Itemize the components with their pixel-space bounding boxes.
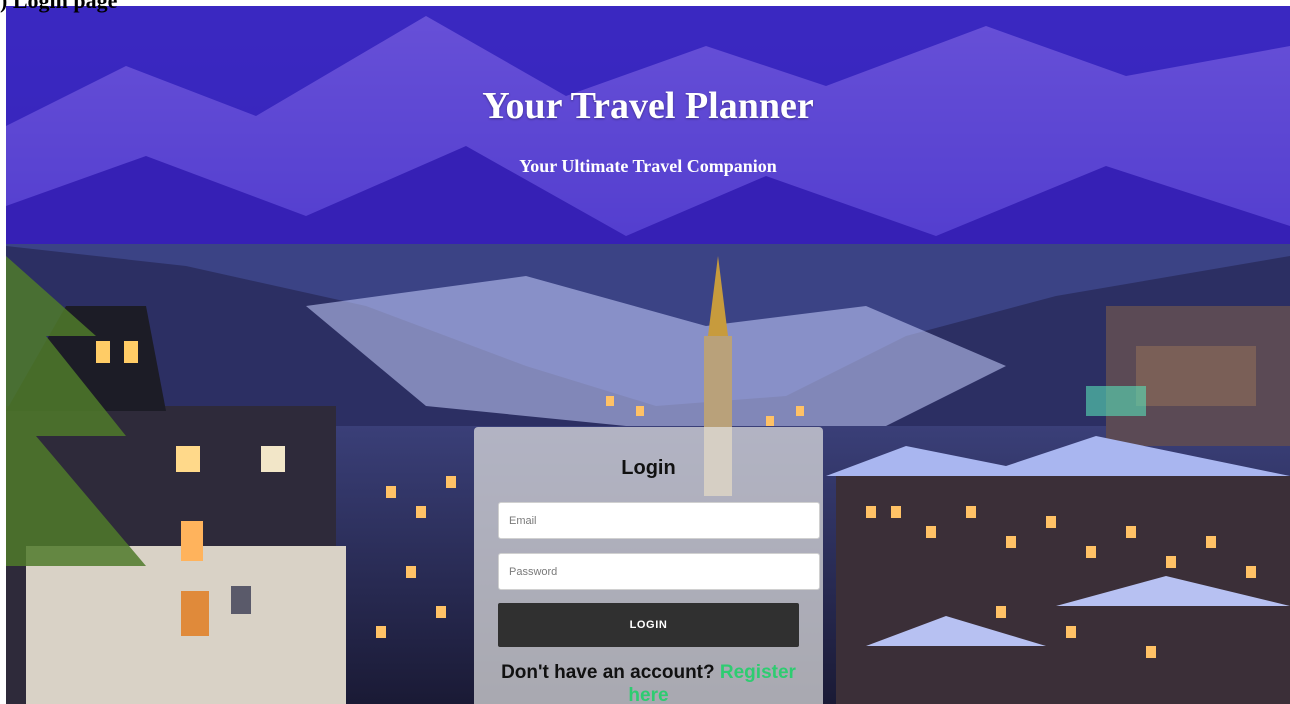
login-title: Login xyxy=(621,457,676,479)
login-card: Login LOGIN Don't have an account? Regis… xyxy=(474,427,823,704)
site-title: Your Travel Planner xyxy=(482,85,814,127)
register-prompt-line: Don't have an account? Register here xyxy=(498,661,799,704)
header-banner: Your Travel Planner Your Ultimate Travel… xyxy=(6,6,1290,244)
password-field[interactable] xyxy=(498,553,820,590)
email-field[interactable] xyxy=(498,502,820,539)
app-frame: Your Travel Planner Your Ultimate Travel… xyxy=(6,6,1290,704)
page-caption: ) Login page xyxy=(0,0,118,13)
register-prompt-text: Don't have an account? xyxy=(501,662,715,683)
login-button[interactable]: LOGIN xyxy=(498,603,799,647)
site-subtitle: Your Ultimate Travel Companion xyxy=(519,156,777,176)
